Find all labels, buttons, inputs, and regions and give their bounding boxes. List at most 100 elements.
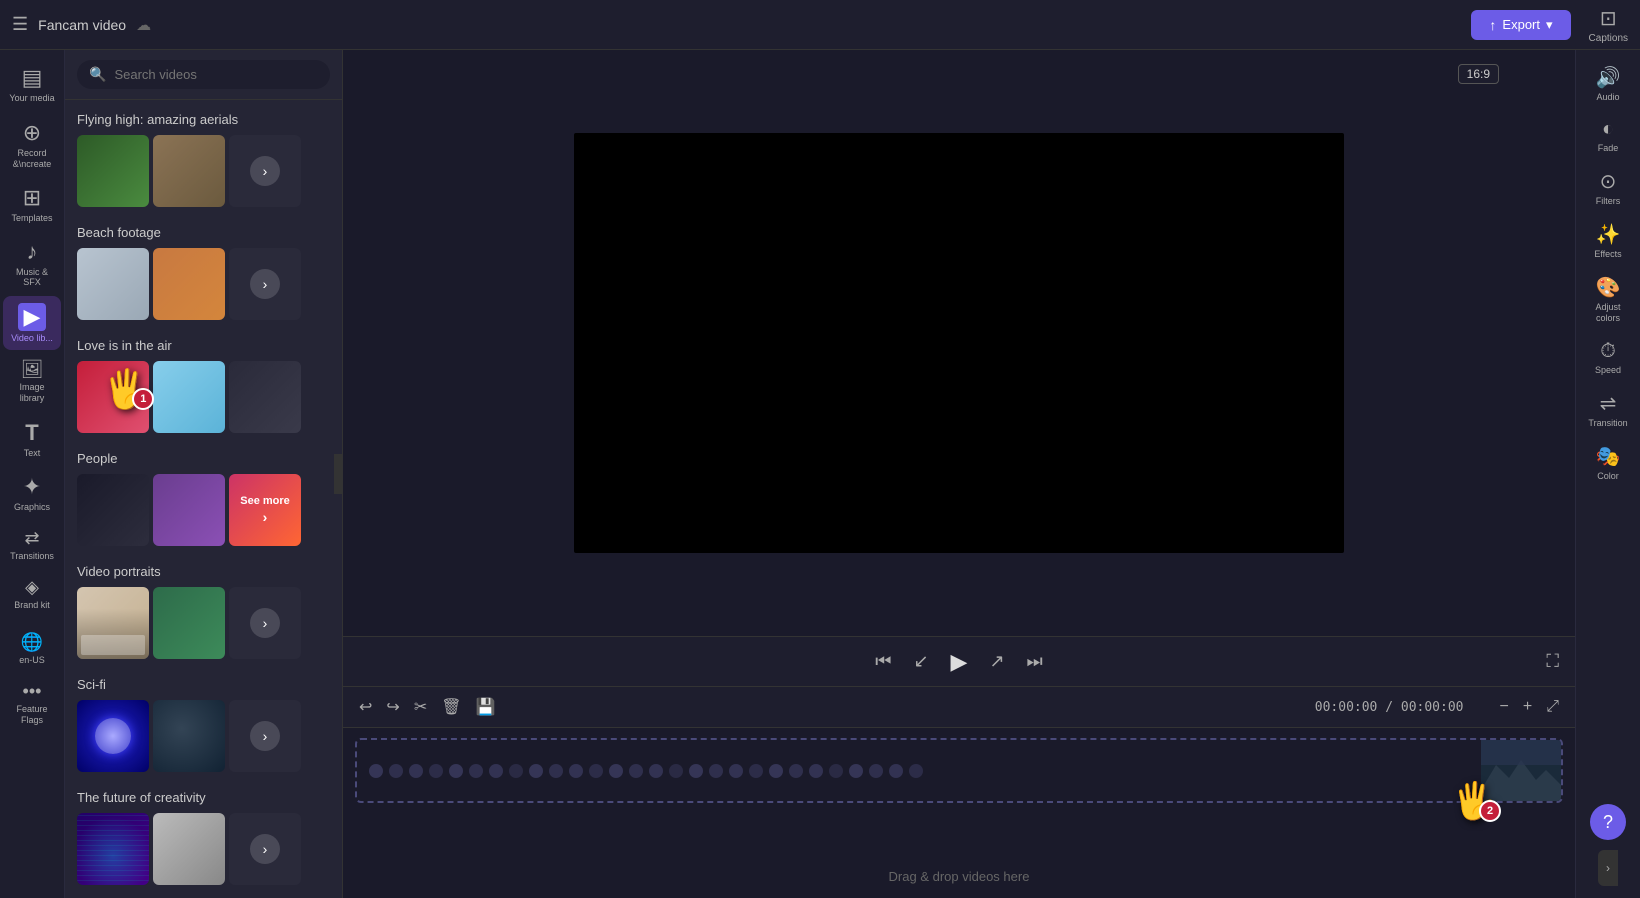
image-lib-icon: 🖼 (21, 359, 44, 380)
adjust-colors-icon: 🎨 (1596, 275, 1621, 300)
skip-to-start-button[interactable]: ⏮ (875, 651, 891, 672)
export-button[interactable]: ↑ Export ▾ (1471, 10, 1570, 40)
rs-item-color[interactable]: 🎭 Color (1579, 437, 1637, 488)
sidebar-item-templates[interactable]: ⊞ Templates (3, 178, 61, 230)
section-future: The future of creativity › (65, 786, 342, 885)
thumb-beach1[interactable] (77, 248, 149, 320)
rs-collapse-button[interactable]: › (1598, 850, 1618, 886)
transition-icon: ⇌ (1600, 391, 1617, 416)
hamburger-icon[interactable]: ☰ (12, 14, 28, 35)
help-button[interactable]: ? (1590, 804, 1626, 840)
sidebar-item-feature-flags[interactable]: ••• FeatureFlags (3, 674, 61, 733)
save-button[interactable]: 💾 (472, 693, 500, 721)
thumb-scifi2[interactable] (153, 700, 225, 772)
section-flying-high: Flying high: amazing aerials › (65, 108, 342, 207)
rs-item-transition[interactable]: ⇌ Transition (1579, 384, 1637, 435)
search-input[interactable] (114, 67, 318, 82)
thumb-love3[interactable] (229, 361, 301, 433)
redo-button[interactable]: ↪ (382, 693, 403, 721)
see-more-button[interactable]: See more › (229, 474, 301, 546)
thumb-next-aerial[interactable]: › (229, 135, 301, 207)
cloud-icon: ☁ (136, 16, 151, 34)
rs-item-effects[interactable]: ✨ Effects (1579, 215, 1637, 266)
captions-button[interactable]: ⊡ Captions (1589, 6, 1628, 44)
your-media-icon: ▤ (22, 65, 43, 91)
thumb-future1[interactable] (77, 813, 149, 885)
thumb-future2[interactable] (153, 813, 225, 885)
frame-forward-button[interactable]: ↗ (989, 651, 1004, 672)
sidebar-item-text[interactable]: T Text (3, 413, 61, 465)
brand-kit-icon: ◈ (25, 577, 39, 598)
see-more-arrow-icon: › (263, 509, 268, 525)
export-icon: ↑ (1489, 17, 1496, 33)
thumb-aerial2[interactable] (153, 135, 225, 207)
section-title: Flying high: amazing aerials (65, 108, 342, 135)
search-box[interactable]: 🔍 (77, 60, 330, 89)
delete-button[interactable]: 🗑 (437, 693, 465, 721)
sidebar-item-locale[interactable]: 🌐 en-US (3, 625, 61, 672)
rs-item-fade[interactable]: ◐ Fade (1579, 111, 1637, 160)
section-beach: Beach footage › (65, 221, 342, 320)
aspect-ratio-badge[interactable]: 16:9 (1458, 64, 1499, 84)
templates-icon: ⊞ (23, 185, 41, 211)
library-panel: 🔍 Flying high: amazing aerials › Beach f… (65, 50, 343, 898)
section-title-love: Love is in the air (65, 334, 342, 361)
rs-item-adjust-colors[interactable]: 🎨 Adjustcolors (1579, 268, 1637, 331)
locale-icon: 🌐 (21, 632, 43, 653)
text-icon: T (25, 420, 38, 446)
undo-button[interactable]: ↩ (355, 693, 376, 721)
export-chevron-icon: ▾ (1546, 17, 1553, 33)
sidebar-item-graphics[interactable]: ✦ Graphics (3, 467, 61, 519)
play-pause-button[interactable]: ▶ (951, 649, 968, 675)
section-title-future: The future of creativity (65, 786, 342, 813)
skip-to-end-button[interactable]: ⏭ (1027, 651, 1043, 672)
video-lib-icon: ▶ (18, 303, 46, 331)
right-sidebar: 🔊 Audio ◐ Fade ⊙ Filters ✨ Effects 🎨 Adj… (1575, 50, 1640, 898)
search-icon: 🔍 (89, 66, 106, 83)
sidebar-item-video-lib[interactable]: ▶ Video lib... (3, 296, 61, 350)
section-title-scifi: Sci-fi (65, 673, 342, 700)
thumb-beach2[interactable] (153, 248, 225, 320)
zoom-out-button[interactable]: − (1496, 694, 1513, 720)
sidebar-item-image-lib[interactable]: 🖼 Imagelibrary (3, 352, 61, 411)
section-people: People See more › (65, 447, 342, 546)
fade-icon: ◐ (1602, 118, 1614, 141)
cut-button[interactable]: ✂ (410, 693, 431, 721)
sidebar-item-brand-kit[interactable]: ◈ Brand kit (3, 570, 61, 617)
zoom-in-button[interactable]: + (1519, 694, 1536, 720)
thumb-next-scifi[interactable]: › (229, 700, 301, 772)
timeline-toolbar: ↩ ↪ ✂ 🗑 💾 00:00:00 / 00:00:00 − + ⤢ (343, 686, 1575, 728)
thumb-aerial1[interactable] (77, 135, 149, 207)
sidebar-item-transitions[interactable]: ⇄ Transitions (3, 521, 61, 568)
thumb-scifi1[interactable] (77, 700, 149, 772)
effects-icon: ✨ (1596, 222, 1621, 247)
sidebar-item-your-media[interactable]: ▤ Your media (3, 58, 61, 111)
expand-button[interactable]: ⤢ (1542, 694, 1563, 720)
sidebar-item-record-create[interactable]: ⊕ Record &\ncreate (3, 113, 61, 177)
thumb-next-portraits[interactable]: › (229, 587, 301, 659)
color-icon: 🎭 (1596, 444, 1621, 469)
captions-label: Captions (1589, 33, 1628, 44)
thumb-people2[interactable] (153, 474, 225, 546)
rs-item-audio[interactable]: 🔊 Audio (1579, 58, 1637, 109)
thumb-next-beach[interactable]: › (229, 248, 301, 320)
thumb-love1[interactable] (77, 361, 149, 433)
timeline: Drag & drop videos here 🖐 2 (343, 728, 1575, 898)
sidebar-item-music[interactable]: ♪ Music & SFX (3, 232, 61, 294)
thumb-people1[interactable] (77, 474, 149, 546)
thumb-next-future[interactable]: › (229, 813, 301, 885)
fullscreen-button[interactable]: ⛶ (1546, 651, 1559, 672)
section-scifi: Sci-fi › (65, 673, 342, 772)
panel-collapse-button[interactable]: ‹ (334, 454, 343, 494)
rs-item-speed[interactable]: ⏱ Speed (1579, 333, 1637, 382)
preview-canvas (574, 133, 1344, 553)
timeline-track (355, 738, 1563, 803)
thumb-portrait2[interactable] (153, 587, 225, 659)
feature-flags-icon: ••• (23, 681, 42, 702)
timeline-clip-thumbnail[interactable] (1481, 740, 1561, 801)
frame-back-button[interactable]: ↙ (913, 651, 928, 672)
section-title-people: People (65, 447, 342, 474)
thumb-portrait1[interactable] (77, 587, 149, 659)
thumb-love2[interactable] (153, 361, 225, 433)
rs-item-filters[interactable]: ⊙ Filters (1579, 162, 1637, 213)
